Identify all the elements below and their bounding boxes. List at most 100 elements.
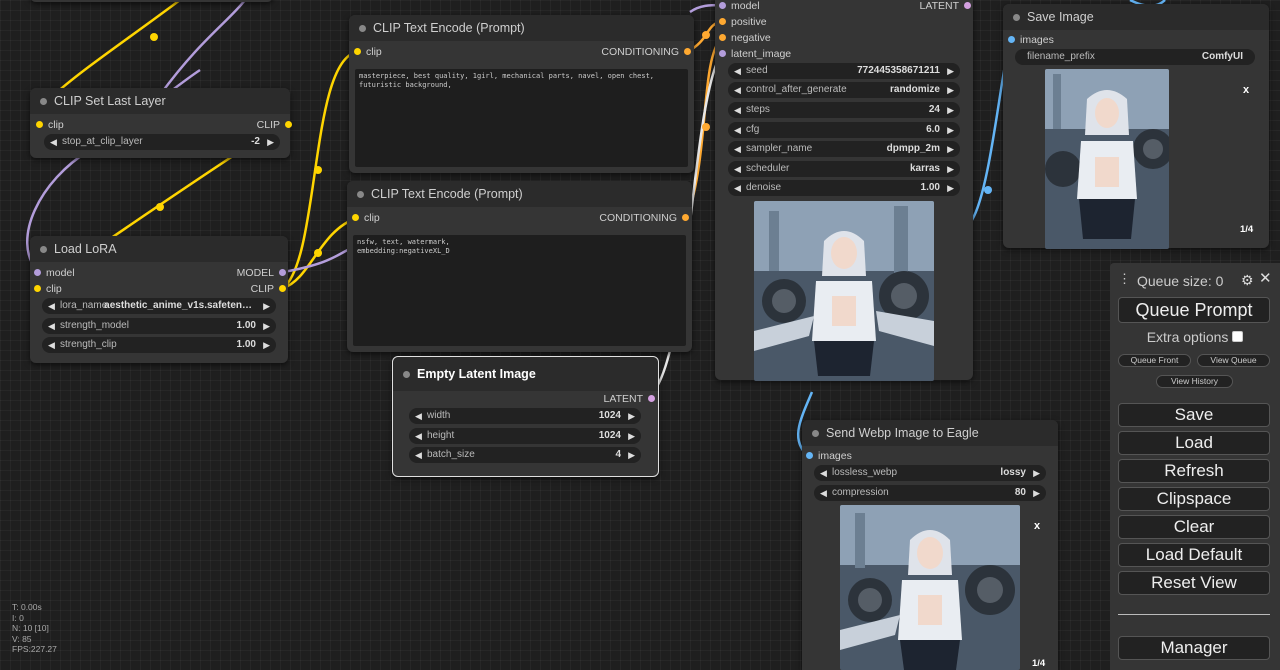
stop-at-clip-layer-widget[interactable]: ◀ stop_at_clip_layer -2 ▶ — [44, 134, 280, 150]
input-pin-icon[interactable] — [719, 18, 726, 25]
decrement-arrow-icon[interactable]: ◀ — [820, 485, 827, 501]
decrement-arrow-icon[interactable]: ◀ — [734, 102, 741, 118]
input-pin-icon[interactable] — [1008, 36, 1015, 43]
increment-arrow-icon[interactable]: ▶ — [267, 134, 274, 150]
height-widget[interactable]: ◀ height 1024 ▶ — [409, 428, 641, 444]
collapse-dot-icon[interactable] — [812, 430, 819, 437]
manager-button[interactable]: Manager — [1118, 636, 1270, 660]
input-images[interactable]: images — [806, 449, 918, 463]
prev-arrow-icon[interactable]: ◀ — [734, 161, 741, 177]
next-arrow-icon[interactable]: ▶ — [947, 161, 954, 177]
queue-front-button[interactable]: Queue Front — [1118, 354, 1191, 367]
decrement-arrow-icon[interactable]: ◀ — [415, 408, 422, 424]
collapse-dot-icon[interactable] — [40, 98, 47, 105]
input-pin-icon[interactable] — [719, 50, 726, 57]
input-pin-icon[interactable] — [352, 214, 359, 221]
cfg-widget[interactable]: ◀ cfg 6.0 ▶ — [728, 122, 960, 138]
lossless-webp-widget[interactable]: ◀ lossless_webp lossy ▶ — [814, 465, 1046, 481]
prompt-text-area[interactable]: masterpiece, best quality, 1girl, mechan… — [355, 69, 688, 167]
clipspace-button[interactable]: Clipspace — [1118, 487, 1270, 511]
negative-prompt-text-area[interactable]: nsfw, text, watermark, embedding:negativ… — [353, 235, 686, 346]
output-clip[interactable]: CLIP — [174, 282, 286, 296]
output-conditioning[interactable]: CONDITIONING — [539, 45, 691, 59]
input-pin-icon[interactable] — [354, 48, 361, 55]
clip-text-encode-negative-node[interactable]: CLIP Text Encode (Prompt) clip CONDITION… — [347, 181, 692, 352]
decrement-arrow-icon[interactable]: ◀ — [415, 428, 422, 444]
reset-view-button[interactable]: Reset View — [1118, 571, 1270, 595]
input-pin-icon[interactable] — [719, 2, 726, 9]
increment-arrow-icon[interactable]: ▶ — [947, 63, 954, 79]
output-pin-icon[interactable] — [684, 48, 691, 55]
input-pin-icon[interactable] — [34, 285, 41, 292]
increment-arrow-icon[interactable]: ▶ — [947, 102, 954, 118]
increment-arrow-icon[interactable]: ▶ — [263, 337, 270, 353]
input-clip[interactable]: clip — [354, 45, 466, 59]
strength-model-widget[interactable]: ◀ strength_model 1.00 ▶ — [42, 318, 276, 334]
decrement-arrow-icon[interactable]: ◀ — [734, 63, 741, 79]
offscreen-node-top[interactable] — [30, 0, 273, 2]
increment-arrow-icon[interactable]: ▶ — [263, 318, 270, 334]
input-clip[interactable]: clip — [352, 211, 464, 225]
refresh-button[interactable]: Refresh — [1118, 459, 1270, 483]
increment-arrow-icon[interactable]: ▶ — [628, 447, 635, 463]
control-after-generate-widget[interactable]: ◀ control_after_generate randomize ▶ — [728, 82, 960, 98]
seed-widget[interactable]: ◀ seed 772445358671211 ▶ — [728, 63, 960, 79]
steps-widget[interactable]: ◀ steps 24 ▶ — [728, 102, 960, 118]
strength-clip-widget[interactable]: ◀ strength_clip 1.00 ▶ — [42, 337, 276, 353]
collapse-dot-icon[interactable] — [1013, 14, 1020, 21]
collapse-dot-icon[interactable] — [359, 25, 366, 32]
output-model[interactable]: MODEL — [174, 266, 286, 280]
width-widget[interactable]: ◀ width 1024 ▶ — [409, 408, 641, 424]
output-latent[interactable]: LATENT — [543, 392, 655, 406]
collapse-dot-icon[interactable] — [357, 191, 364, 198]
empty-latent-image-node[interactable]: Empty Latent Image LATENT ◀ width 1024 ▶… — [392, 356, 659, 477]
output-conditioning[interactable]: CONDITIONING — [537, 211, 689, 225]
increment-arrow-icon[interactable]: ▶ — [947, 122, 954, 138]
decrement-arrow-icon[interactable]: ◀ — [415, 447, 422, 463]
save-image-node[interactable]: Save Image images filename_prefix ComfyU… — [1003, 4, 1269, 249]
node-title[interactable]: CLIP Set Last Layer — [30, 88, 290, 114]
output-pin-icon[interactable] — [682, 214, 689, 221]
output-clip[interactable]: CLIP — [180, 118, 292, 132]
node-title[interactable]: Empty Latent Image — [393, 357, 658, 391]
preview-image[interactable] — [754, 201, 934, 381]
input-negative[interactable]: negative — [719, 31, 831, 45]
input-clip[interactable]: clip — [34, 282, 146, 296]
input-pin-icon[interactable] — [34, 269, 41, 276]
node-title[interactable]: Load LoRA — [30, 236, 288, 262]
input-clip[interactable]: clip — [36, 118, 148, 132]
send-webp-to-eagle-node[interactable]: Send Webp Image to Eagle images ◀ lossle… — [802, 420, 1058, 670]
output-pin-icon[interactable] — [648, 395, 655, 402]
drag-handle-icon[interactable]: ⋮ — [1118, 271, 1131, 287]
filename-prefix-field[interactable]: filename_prefix ComfyUI — [1015, 49, 1255, 65]
output-pin-icon[interactable] — [285, 121, 292, 128]
view-history-button[interactable]: View History — [1156, 375, 1233, 388]
save-button[interactable]: Save — [1118, 403, 1270, 427]
decrement-arrow-icon[interactable]: ◀ — [48, 337, 55, 353]
compression-widget[interactable]: ◀ compression 80 ▶ — [814, 485, 1046, 501]
close-icon[interactable]: ✕ — [1259, 269, 1272, 287]
clip-set-last-layer-node[interactable]: CLIP Set Last Layer clip CLIP ◀ stop_at_… — [30, 88, 292, 158]
next-arrow-icon[interactable]: ▶ — [1033, 465, 1040, 481]
decrement-arrow-icon[interactable]: ◀ — [50, 134, 57, 150]
next-arrow-icon[interactable]: ▶ — [947, 82, 954, 98]
increment-arrow-icon[interactable]: ▶ — [1033, 485, 1040, 501]
ksampler-node[interactable]: model LATENT positive negative latent_im… — [715, 0, 973, 381]
prev-arrow-icon[interactable]: ◀ — [734, 141, 741, 157]
load-lora-node[interactable]: Load LoRA model clip MODEL CLIP ◀ lora_n… — [30, 236, 288, 363]
decrement-arrow-icon[interactable]: ◀ — [734, 122, 741, 138]
node-title[interactable]: CLIP Text Encode (Prompt) — [349, 15, 694, 41]
prev-arrow-icon[interactable]: ◀ — [820, 465, 827, 481]
input-pin-icon[interactable] — [806, 452, 813, 459]
prev-arrow-icon[interactable]: ◀ — [734, 82, 741, 98]
node-title[interactable]: Send Webp Image to Eagle — [802, 420, 1058, 446]
batch-size-widget[interactable]: ◀ batch_size 4 ▶ — [409, 447, 641, 463]
prev-arrow-icon[interactable]: ◀ — [48, 298, 55, 314]
clip-text-encode-positive-node[interactable]: CLIP Text Encode (Prompt) clip CONDITION… — [349, 15, 694, 173]
decrement-arrow-icon[interactable]: ◀ — [734, 180, 741, 196]
output-latent[interactable]: LATENT — [859, 0, 971, 13]
input-latent-image[interactable]: latent_image — [719, 47, 831, 61]
collapse-dot-icon[interactable] — [40, 246, 47, 253]
denoise-widget[interactable]: ◀ denoise 1.00 ▶ — [728, 180, 960, 196]
output-pin-icon[interactable] — [279, 285, 286, 292]
